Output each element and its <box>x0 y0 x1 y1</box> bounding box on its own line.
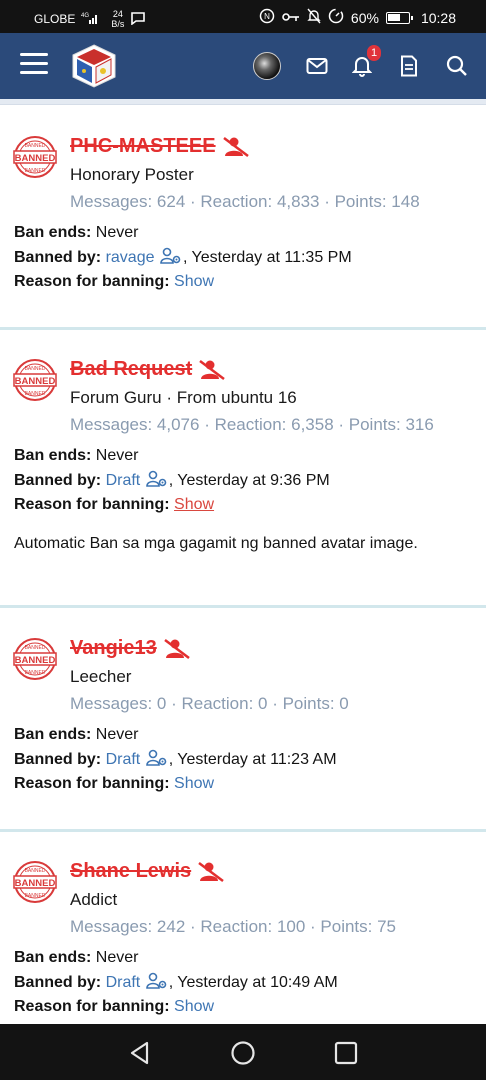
show-reason-link[interactable]: Show <box>174 496 214 513</box>
document-icon[interactable] <box>394 51 424 81</box>
reason-label: Reason for banning: <box>14 998 170 1015</box>
banned-at: , Yesterday at 10:49 AM <box>168 973 338 991</box>
user-slash-icon <box>222 136 250 158</box>
network-speed: 24 B/s <box>111 9 124 29</box>
show-reason-link[interactable]: Show <box>174 775 214 792</box>
bell-icon[interactable]: 1 <box>347 45 381 81</box>
banned-avatar-icon[interactable] <box>13 358 57 402</box>
user-stats: Messages: 624 · Reaction: 4,833 · Points… <box>70 192 420 211</box>
ban-ends-value: Never <box>95 224 139 241</box>
banned-by-link[interactable]: Draft <box>106 472 141 489</box>
reason-label: Reason for banning: <box>14 775 170 792</box>
username[interactable]: PHC-MASTEEE <box>70 135 216 158</box>
banned-users-list: PHC-MASTEEE Honorary Poster Messages: 62… <box>0 99 486 1024</box>
ban-reason-note: Automatic Ban sa mga gagamit ng banned a… <box>14 535 418 552</box>
battery-percent: 60% <box>350 9 379 26</box>
battery-icon <box>385 11 413 24</box>
svg-text:N: N <box>264 12 270 21</box>
reason-label: Reason for banning: <box>14 496 170 513</box>
user-title: Addict <box>70 890 118 909</box>
banned-by-link[interactable]: Draft <box>106 751 141 768</box>
ban-info: Ban ends: Never Banned by: Draft , Yeste… <box>14 444 476 518</box>
user-title: Honorary Poster <box>70 165 194 184</box>
banned-at: , Yesterday at 11:23 AM <box>168 750 337 768</box>
banned-by-link[interactable]: ravage <box>106 249 155 266</box>
staff-icon <box>146 470 168 488</box>
banned-by-label: Banned by: <box>14 471 102 489</box>
app-header: 1 <box>0 33 486 99</box>
ban-ends-label: Ban ends: <box>14 447 92 464</box>
ban-info: Ban ends: Never Banned by: Draft , Yeste… <box>14 723 476 797</box>
staff-icon <box>146 972 168 990</box>
site-logo[interactable] <box>70 43 118 89</box>
mail-icon[interactable] <box>302 51 332 81</box>
menu-icon[interactable] <box>20 53 48 77</box>
clock: 10:28 <box>420 9 456 26</box>
banned-by-link[interactable]: Draft <box>106 974 141 991</box>
speed-unit: B/s <box>111 19 125 29</box>
user-slash-icon <box>163 638 191 660</box>
signal-icon: 4G <box>81 12 99 27</box>
system-nav-bar <box>0 1024 486 1080</box>
ban-ends-value: Never <box>95 447 139 464</box>
ban-ends-label: Ban ends: <box>14 726 92 743</box>
ban-info: Ban ends: Never Banned by: ravage , Yest… <box>14 221 476 295</box>
recents-icon[interactable] <box>333 1040 359 1066</box>
banned-by-label: Banned by: <box>14 750 102 768</box>
banned-by-label: Banned by: <box>14 973 102 991</box>
username[interactable]: Shane Lewis <box>70 860 191 883</box>
username[interactable]: Bad Request <box>70 358 192 381</box>
ban-ends-value: Never <box>95 726 139 743</box>
banned-avatar-icon[interactable] <box>13 637 57 681</box>
carrier-label: GLOBE <box>34 12 76 26</box>
messenger-icon <box>130 11 146 28</box>
ban-ends-label: Ban ends: <box>14 949 92 966</box>
network-type: 4G <box>81 13 89 19</box>
ban-ends-value: Never <box>95 949 139 966</box>
divider <box>0 605 486 608</box>
banned-by-label: Banned by: <box>14 248 102 266</box>
mute-icon <box>307 8 321 27</box>
divider <box>0 829 486 832</box>
user-avatar[interactable] <box>252 51 282 81</box>
username[interactable]: Vangie13 <box>70 637 157 660</box>
banned-avatar-icon[interactable] <box>13 860 57 904</box>
ban-info: Ban ends: Never Banned by: Draft , Yeste… <box>14 946 476 1020</box>
search-icon[interactable] <box>442 51 472 81</box>
user-title: Leecher <box>70 667 132 686</box>
speed-value: 24 <box>112 9 123 19</box>
status-bar: GLOBE 4G 24 B/s N 60% 10:28 <box>0 0 486 33</box>
staff-icon <box>146 749 168 767</box>
banned-at: , Yesterday at 11:35 PM <box>182 248 352 266</box>
back-icon[interactable] <box>127 1040 153 1066</box>
banned-avatar-icon[interactable] <box>13 135 57 179</box>
notification-badge: 1 <box>367 45 381 61</box>
user-slash-icon <box>197 861 225 883</box>
content-top-border <box>0 99 486 105</box>
user-title: Forum Guru · From ubuntu 16 <box>70 388 297 407</box>
show-reason-link[interactable]: Show <box>174 998 214 1015</box>
user-stats: Messages: 4,076 · Reaction: 6,358 · Poin… <box>70 415 434 434</box>
show-reason-link[interactable]: Show <box>174 273 214 290</box>
user-stats: Messages: 0 · Reaction: 0 · Points: 0 <box>70 694 349 713</box>
user-stats: Messages: 242 · Reaction: 100 · Points: … <box>70 917 397 936</box>
data-saver-icon <box>328 8 344 27</box>
key-icon <box>282 10 300 26</box>
reason-label: Reason for banning: <box>14 273 170 290</box>
ban-ends-label: Ban ends: <box>14 224 92 241</box>
user-slash-icon <box>198 359 226 381</box>
nfc-icon: N <box>259 8 275 27</box>
home-icon[interactable] <box>230 1040 256 1066</box>
banned-at: , Yesterday at 9:36 PM <box>168 471 330 489</box>
staff-icon <box>160 247 182 265</box>
divider <box>0 327 486 330</box>
